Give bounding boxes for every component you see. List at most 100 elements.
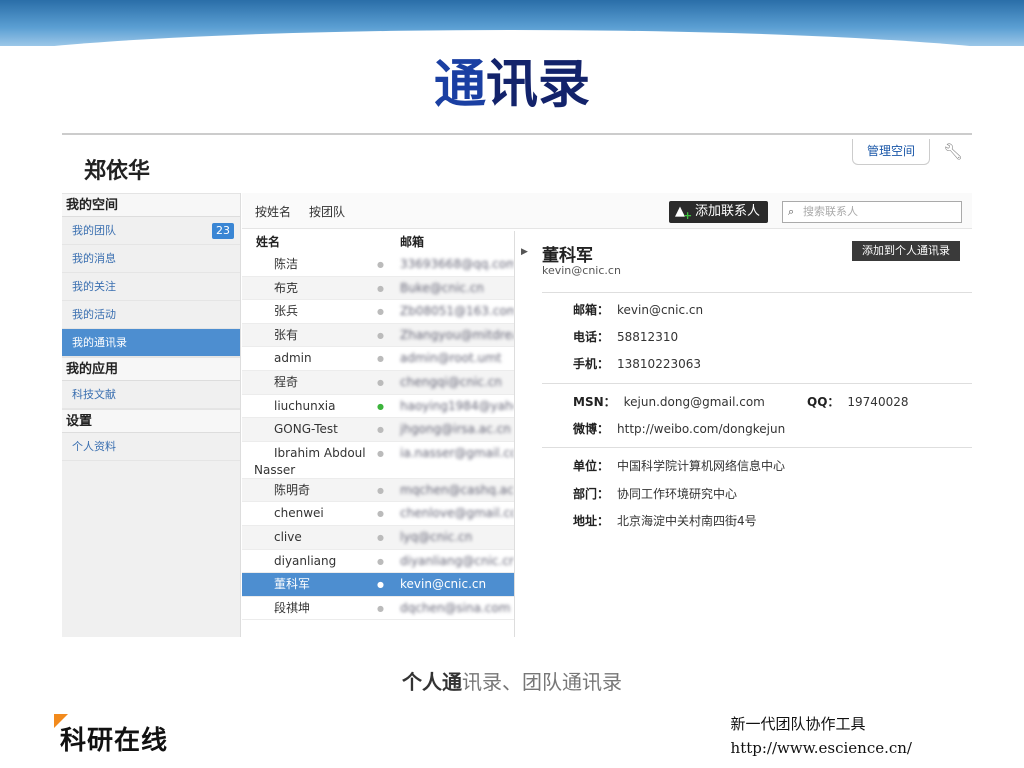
presence-dot-icon: ●	[377, 532, 384, 542]
contact-row[interactable]: diyanliang ● diyanliang@cnic.cn	[242, 550, 514, 574]
contact-name: clive	[274, 529, 302, 544]
sidebar-item-label: 我的消息	[72, 252, 116, 265]
field-label: 微博：	[573, 422, 610, 436]
contact-email: 33693668@qq.com	[400, 257, 514, 271]
contact-name: GONG-Test	[274, 422, 338, 437]
detail-email-subtitle: kevin@cnic.cn	[542, 264, 621, 277]
field-label: 手机：	[573, 357, 610, 371]
sidebar: 我的空间 我的团队 23 我的消息 我的关注 我的活动 我的通讯录 我的应用 科…	[62, 193, 241, 637]
caption-strong: 个人通	[402, 670, 462, 694]
presence-dot-icon: ●	[377, 283, 384, 293]
detail-org-field: 单位： 中国科学院计算机网络信息中心	[573, 457, 785, 474]
contact-email: haoying1984@yahoo.	[400, 398, 514, 413]
manage-space-tab[interactable]: 管理空间	[852, 139, 930, 165]
presence-dot-icon: ●	[377, 307, 384, 317]
field-label: MSN：	[573, 395, 616, 409]
sidebar-item-my-contacts[interactable]: 我的通讯录	[62, 329, 240, 357]
contact-email: chengqi@cnic.cn	[400, 374, 502, 389]
wrench-icon[interactable]: 🔧︎	[942, 141, 964, 163]
presence-dot-icon: ●	[377, 425, 384, 435]
presence-dot-icon: ●	[377, 377, 384, 387]
field-label: 邮箱：	[573, 303, 610, 317]
caret-right-icon[interactable]: ▶	[521, 247, 528, 257]
contact-list: 陈洁 ● 33693668@qq.com 布克 ● Buke@cnic.cn 张兵 ● Zb…	[242, 253, 514, 621]
contact-row[interactable]: 陈明奇 ● mqchen@cashq.ac.c	[242, 478, 514, 503]
divider	[542, 292, 972, 293]
sidebar-item-my-messages[interactable]: 我的消息	[62, 245, 240, 273]
contact-email: jhgong@irsa.ac.cn	[400, 422, 511, 437]
logo-text: 科研在线	[60, 726, 169, 756]
contact-name: 陈洁	[274, 257, 299, 271]
plus-icon: +	[683, 209, 693, 222]
footer-tagline: 新一代团队协作工具	[730, 715, 866, 733]
sidebar-item-literature[interactable]: 科技文献	[62, 381, 240, 409]
field-value[interactable]: http://weibo.com/dongkejun	[617, 422, 785, 436]
tab-by-team[interactable]: 按团队	[309, 203, 345, 220]
sidebar-section-my-apps: 我的应用	[62, 357, 240, 381]
contact-email: admin@root.umt	[400, 351, 502, 366]
field-value: 协同工作环境研究中心	[617, 487, 738, 501]
sidebar-section-my-space: 我的空间	[62, 193, 240, 217]
contact-row[interactable]: liuchunxia ● haoying1984@yahoo.	[242, 395, 514, 419]
footer-url: http://www.escience.cn/	[730, 739, 912, 757]
column-header-name[interactable]: 姓名	[256, 231, 280, 253]
sidebar-item-profile[interactable]: 个人资料	[62, 433, 240, 461]
contact-email: mqchen@cashq.ac.c	[400, 482, 514, 497]
contact-row[interactable]: admin ● admin@root.umt	[242, 347, 514, 371]
contact-name: liuchunxia	[274, 398, 336, 413]
contact-row[interactable]: 程奇 ● chengqi@cnic.cn	[242, 370, 514, 395]
top-banner	[0, 0, 1024, 46]
presence-dot-icon: ●	[377, 354, 384, 364]
contacts-toolbar: 按姓名 按团队 ▲ + 添加联系人 ⌕ 搜索联系人	[242, 193, 972, 229]
contact-name: chenwei	[274, 506, 324, 521]
search-input[interactable]: ⌕ 搜索联系人	[782, 201, 962, 223]
contact-row[interactable]: GONG-Test ● jhgong@irsa.ac.cn	[242, 418, 514, 442]
contact-row-selected[interactable]: 董科军 ● kevin@cnic.cn	[242, 573, 514, 597]
contact-email: diyanliang@cnic.cn	[400, 553, 514, 568]
contact-email: Zb08051@163.com	[400, 304, 514, 319]
sidebar-item-label: 我的关注	[72, 280, 116, 293]
contact-email: dqchen@sina.com	[400, 600, 511, 615]
field-label: 部门：	[573, 487, 610, 501]
contact-name: 张兵	[274, 304, 299, 319]
column-header-email[interactable]: 邮箱	[400, 231, 424, 253]
contact-row[interactable]: 陈洁 ● 33693668@qq.com	[242, 253, 514, 277]
contact-name: 董科军	[274, 577, 311, 592]
contact-row[interactable]: 布克 ● Buke@cnic.cn	[242, 276, 514, 301]
contact-email: chenlove@gmail.com	[400, 506, 514, 521]
search-placeholder: 搜索联系人	[803, 205, 858, 218]
contact-email: lyq@cnic.cn	[400, 529, 473, 544]
field-value: kejun.dong@gmail.com	[623, 395, 765, 409]
contact-name: 布克	[274, 280, 299, 295]
presence-dot-icon: ●	[377, 401, 384, 411]
contact-name: 陈明奇	[274, 482, 311, 497]
contact-row[interactable]: clive ● lyq@cnic.cn	[242, 525, 514, 550]
slide-caption: 个人通讯录、团队通讯录	[0, 666, 1024, 695]
contact-row[interactable]: Ibrahim Abdoul Nasser ● ia.nasser@gmail.co…	[242, 442, 514, 479]
field-value: 中国科学院计算机网络信息中心	[617, 459, 786, 473]
detail-name: 董科军	[542, 246, 593, 266]
logo: 科研在线	[52, 712, 192, 758]
team-count-badge: 23	[212, 223, 234, 239]
presence-dot-icon: ●	[377, 556, 384, 566]
sidebar-item-my-team[interactable]: 我的团队 23	[62, 217, 240, 245]
add-to-personal-contacts-button[interactable]: 添加到个人通讯录	[852, 241, 960, 261]
detail-qq-field: QQ： 19740028	[807, 393, 908, 410]
contact-row[interactable]: 段祺坤 ● dqchen@sina.com	[242, 597, 514, 621]
field-label: 电话：	[573, 330, 610, 344]
contact-name: diyanliang	[274, 553, 337, 568]
user-name: 郑依华	[84, 159, 151, 184]
field-value: 北京海淀中关村南四街4号	[617, 514, 757, 528]
contact-row[interactable]: 张有 ● Zhangyou@mitdream.	[242, 323, 514, 348]
tab-by-name[interactable]: 按姓名	[255, 203, 291, 220]
add-contact-label: 添加联系人	[695, 204, 761, 219]
sidebar-item-my-activity[interactable]: 我的活动	[62, 301, 240, 329]
add-contact-button[interactable]: ▲ + 添加联系人	[669, 201, 769, 223]
field-label: QQ：	[807, 395, 840, 409]
slide-title-highlight: 通	[433, 55, 486, 115]
slide-title: 通讯录	[0, 42, 1024, 117]
contact-row[interactable]: 张兵 ● Zb08051@163.com	[242, 300, 514, 324]
contact-row[interactable]: chenwei ● chenlove@gmail.com	[242, 502, 514, 526]
sidebar-item-label: 我的通讯录	[72, 336, 127, 349]
sidebar-item-my-follows[interactable]: 我的关注	[62, 273, 240, 301]
